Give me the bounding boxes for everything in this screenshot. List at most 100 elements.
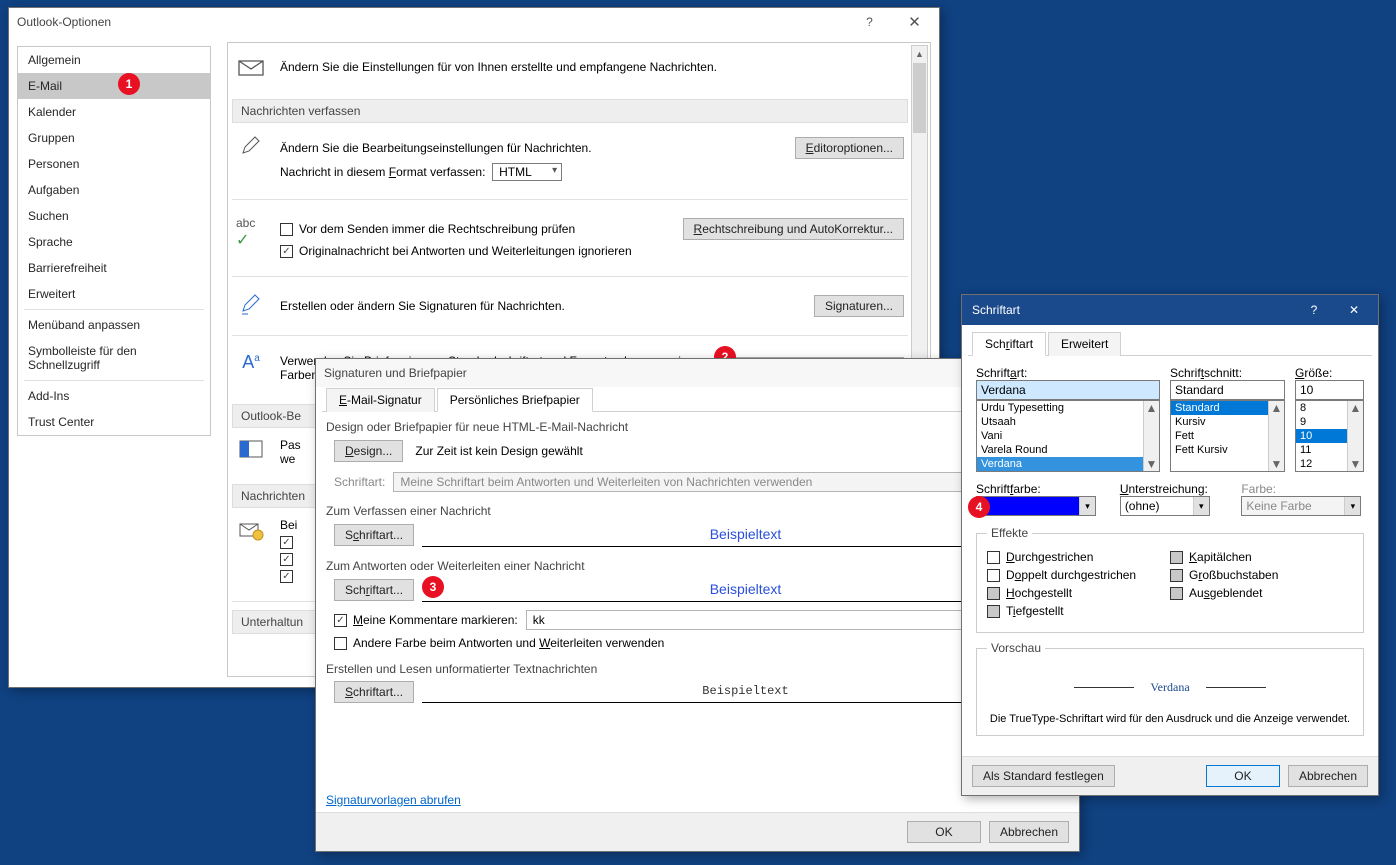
font-help-button[interactable]: ?: [1294, 303, 1334, 317]
mark-comments-checkbox[interactable]: [334, 614, 347, 627]
fx-superscript-checkbox[interactable]: [987, 587, 1000, 600]
sidebar-item-erweitert[interactable]: Erweitert: [18, 281, 210, 307]
fx-smallcaps-checkbox[interactable]: [1170, 551, 1183, 564]
ignore-original-label: Originalnachricht bei Antworten und Weit…: [299, 244, 632, 258]
font-style-input[interactable]: Standard: [1170, 380, 1285, 400]
font-style-scrollbar[interactable]: ▲▼: [1268, 401, 1284, 471]
preview-legend: Vorschau: [987, 641, 1045, 655]
options-title: Outlook-Optionen: [17, 15, 111, 29]
underline-label: Unterstreichung:: [1120, 482, 1232, 496]
design-font-label: Schriftart:: [334, 475, 385, 489]
font-name-input[interactable]: Verdana: [976, 380, 1160, 400]
other-color-label: Andere Farbe beim Antworten und Weiterle…: [353, 636, 664, 650]
sidebar-item-email[interactable]: E-Mail 1: [18, 73, 210, 99]
badge-4: 4: [968, 496, 990, 518]
compose-font-header: Zum Verfassen einer Nachricht: [326, 504, 1069, 518]
tab-email-signature[interactable]: E-Mail-Signatur: [326, 388, 435, 412]
format-select[interactable]: HTML: [492, 163, 562, 181]
underline-color-select: Keine Farbe ▾: [1241, 496, 1361, 516]
effects-fieldset: Effekte Durchgestrichen Doppelt durchges…: [976, 526, 1364, 633]
section-compose: Nachrichten verfassen: [232, 99, 908, 123]
color-swatch: [977, 497, 1079, 515]
spelling-autocorrect-button[interactable]: Rechtschreibung und AutoKorrektur...: [683, 218, 904, 240]
envelope-icon: [236, 55, 266, 79]
sidebar-item-aufgaben[interactable]: Aufgaben: [18, 177, 210, 203]
signatures-desc: Erstellen oder ändern Sie Signaturen für…: [280, 299, 814, 313]
font-titlebar: Schriftart ? ✕: [962, 295, 1378, 325]
font-dialog-window: Schriftart ? ✕ Schriftart Erweitert Schr…: [961, 294, 1379, 796]
fx-subscript-checkbox[interactable]: [987, 605, 1000, 618]
format-label: Nachricht in diesem Format verfassen:: [280, 165, 485, 179]
sig-title: Signaturen und Briefpapier: [324, 366, 467, 380]
no-design-label: Zur Zeit ist kein Design gewählt: [415, 444, 582, 458]
help-button[interactable]: ?: [847, 8, 892, 36]
font-size-list[interactable]: 8 9 10 11 12 ▲▼: [1295, 400, 1364, 472]
signature-templates-link[interactable]: Signaturvorlagen abrufen: [326, 793, 461, 807]
truetype-note: Die TrueType-Schriftart wird für den Aus…: [987, 713, 1353, 725]
sidebar-item-menueband[interactable]: Menüband anpassen: [18, 312, 210, 338]
envelope-bell-icon: [236, 518, 266, 542]
editor-options-button[interactable]: Editoroptionen...: [795, 137, 904, 159]
sidebar-item-trustcenter[interactable]: Trust Center: [18, 409, 210, 435]
reply-font-button[interactable]: Schriftart...: [334, 579, 414, 601]
spellcheck-label: Vor dem Senden immer die Rechtschreibung…: [299, 222, 575, 236]
msg-checkbox-2[interactable]: [280, 553, 293, 566]
fx-allcaps-checkbox[interactable]: [1170, 569, 1183, 582]
font-list-scrollbar[interactable]: ▲▼: [1143, 401, 1159, 471]
tab-personal-stationery[interactable]: Persönliches Briefpapier: [437, 388, 593, 412]
sig-ok-button[interactable]: OK: [907, 821, 981, 843]
fx-strike-checkbox[interactable]: [987, 551, 1000, 564]
stationery-aa-icon: Aa: [236, 350, 266, 373]
preview-fieldset: Vorschau Verdana Die TrueType-Schriftart…: [976, 641, 1364, 736]
signature-icon: [236, 291, 266, 317]
font-close-button[interactable]: ✕: [1334, 303, 1374, 317]
compose-desc: Ändern Sie die Bearbeitungseinstellungen…: [280, 141, 592, 155]
font-ok-button[interactable]: OK: [1206, 765, 1280, 787]
fx-hidden-checkbox[interactable]: [1170, 587, 1183, 600]
font-label: Schriftart:: [976, 366, 1160, 380]
plaintext-font-button[interactable]: Schriftart...: [334, 681, 414, 703]
set-default-button[interactable]: Als Standard festlegen: [972, 765, 1115, 787]
sidebar-item-barrierefreiheit[interactable]: Barrierefreiheit: [18, 255, 210, 281]
font-size-label: Größe:: [1295, 366, 1364, 380]
sidebar-item-addins[interactable]: Add-Ins: [18, 383, 210, 409]
sidebar-item-suchen[interactable]: Suchen: [18, 203, 210, 229]
other-color-checkbox[interactable]: [334, 637, 347, 650]
underline-color-label: Farbe:: [1241, 482, 1364, 496]
font-size-input[interactable]: 10: [1295, 380, 1364, 400]
effects-legend: Effekte: [987, 526, 1032, 540]
preview-text: Verdana: [1150, 680, 1189, 695]
font-name-list[interactable]: Urdu Typesetting Utsaah Vani Varela Roun…: [976, 400, 1160, 472]
font-title: Schriftart: [972, 303, 1020, 317]
sidebar-item-personen[interactable]: Personen: [18, 151, 210, 177]
abc-check-icon: abc✓: [236, 214, 266, 250]
sidebar-item-kalender[interactable]: Kalender: [18, 99, 210, 125]
font-size-scrollbar[interactable]: ▲▼: [1347, 401, 1363, 471]
msg-checkbox-1[interactable]: [280, 536, 293, 549]
msg-checkbox-3[interactable]: [280, 570, 293, 583]
sidebar-item-allgemein[interactable]: Allgemein: [18, 47, 210, 73]
sidebar-item-gruppen[interactable]: Gruppen: [18, 125, 210, 151]
edit-icon: [236, 133, 266, 159]
design-button[interactable]: Design...: [334, 440, 403, 462]
fx-doublestrike-checkbox[interactable]: [987, 569, 1000, 582]
sig-cancel-button[interactable]: Abbrechen: [989, 821, 1069, 843]
font-style-list[interactable]: Standard Kursiv Fett Fett Kursiv ▲▼: [1170, 400, 1285, 472]
font-tab-schriftart[interactable]: Schriftart: [972, 332, 1046, 356]
compose-font-button[interactable]: Schriftart...: [334, 524, 414, 546]
font-cancel-button[interactable]: Abbrechen: [1288, 765, 1368, 787]
font-color-picker[interactable]: ▾: [976, 496, 1096, 516]
underline-select[interactable]: (ohne) ▾: [1120, 496, 1210, 516]
ignore-original-checkbox[interactable]: [280, 245, 293, 258]
mark-comments-label: Meine Kommentare markieren:: [353, 613, 518, 627]
signatures-button[interactable]: Signaturen...: [814, 295, 904, 317]
reply-font-header: Zum Antworten oder Weiterleiten einer Na…: [326, 559, 1069, 573]
spellcheck-checkbox[interactable]: [280, 223, 293, 236]
font-tab-erweitert[interactable]: Erweitert: [1048, 332, 1121, 356]
options-titlebar: Outlook-Optionen ? ✕: [9, 8, 939, 36]
plaintext-header: Erstellen und Lesen unformatierter Textn…: [326, 662, 1069, 676]
close-button[interactable]: ✕: [892, 8, 937, 36]
sidebar-item-sprache[interactable]: Sprache: [18, 229, 210, 255]
intro-text: Ändern Sie die Einstellungen für von Ihn…: [280, 60, 717, 74]
sidebar-item-schnellzugriff[interactable]: Symbolleiste für den Schnellzugriff: [18, 338, 210, 378]
